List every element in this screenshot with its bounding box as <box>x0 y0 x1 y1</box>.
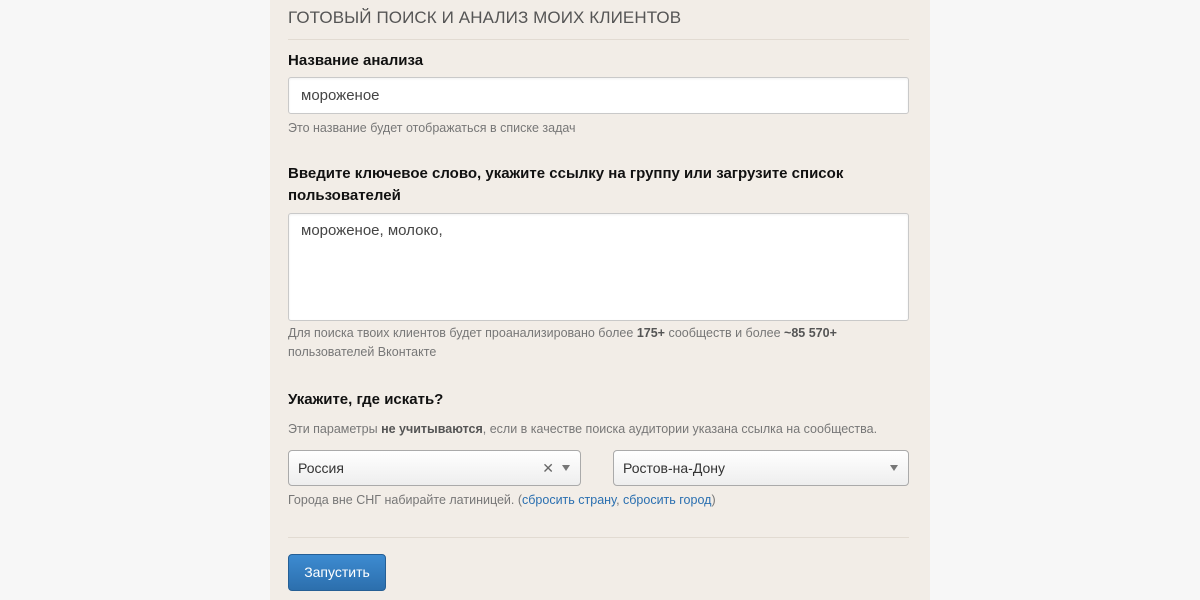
location-note-bold: не учитываются <box>381 422 483 436</box>
country-select[interactable]: Россия ✕ <box>288 450 581 486</box>
keywords-textarea[interactable]: мороженое, молоко, <box>288 213 909 321</box>
users-count: ~85 570+ <box>784 326 837 340</box>
title-divider <box>288 39 909 40</box>
location-hint-prefix: Города вне СНГ набирайте латиницей. ( <box>288 493 523 507</box>
analysis-name-label: Название анализа <box>288 52 424 69</box>
run-button[interactable]: Запустить <box>288 554 386 591</box>
keywords-label-line1: Введите ключевое слово, укажите ссылку н… <box>288 165 844 182</box>
keywords-help-text-1: Для поиска твоих клиентов будет проанали… <box>288 326 637 340</box>
communities-count: 175+ <box>636 326 665 340</box>
location-hint-suffix: ) <box>711 493 716 507</box>
page-title: ГОТОВЫЙ ПОИСК И АНАЛИЗ МОИХ КЛИЕНТОВ <box>288 8 682 27</box>
keywords-help: Для поиска твоих клиентов будет проанали… <box>288 324 837 362</box>
location-note-text-1: Эти параметры <box>288 422 382 436</box>
keywords-help-text-3: пользователей Вконтакте <box>288 345 437 359</box>
city-select-value: Ростов-на-Дону <box>623 460 725 476</box>
location-note: Эти параметры не учитываются, если в кач… <box>288 420 877 439</box>
keywords-help-text-2: сообществ и более <box>664 326 785 340</box>
analysis-name-help: Это название будет отображаться в списке… <box>288 121 576 135</box>
location-hint-separator: , <box>616 493 624 507</box>
keywords-label-line2: пользователей <box>288 187 401 204</box>
chevron-down-icon <box>562 465 570 471</box>
country-select-value: Россия <box>298 460 344 476</box>
location-label: Укажите, где искать? <box>288 391 444 408</box>
reset-country-link[interactable]: сбросить страну <box>522 493 616 507</box>
location-hint: Города вне СНГ набирайте латиницей. (сбр… <box>288 491 716 510</box>
form-content: ГОТОВЫЙ ПОИСК И АНАЛИЗ МОИХ КЛИЕНТОВ Наз… <box>288 0 909 600</box>
reset-city-link[interactable]: сбросить город <box>623 493 711 507</box>
city-select[interactable]: Ростов-на-Дону <box>613 450 909 486</box>
form-panel: ГОТОВЫЙ ПОИСК И АНАЛИЗ МОИХ КЛИЕНТОВ Наз… <box>270 0 930 600</box>
chevron-down-icon <box>890 465 898 471</box>
actions-divider <box>288 537 909 538</box>
location-note-text-2: , если в качестве поиска аудитории указа… <box>482 422 878 436</box>
clear-country-icon[interactable]: ✕ <box>542 451 554 485</box>
keywords-label: Введите ключевое слово, укажите ссылку н… <box>288 163 843 207</box>
analysis-name-input[interactable] <box>288 77 909 114</box>
